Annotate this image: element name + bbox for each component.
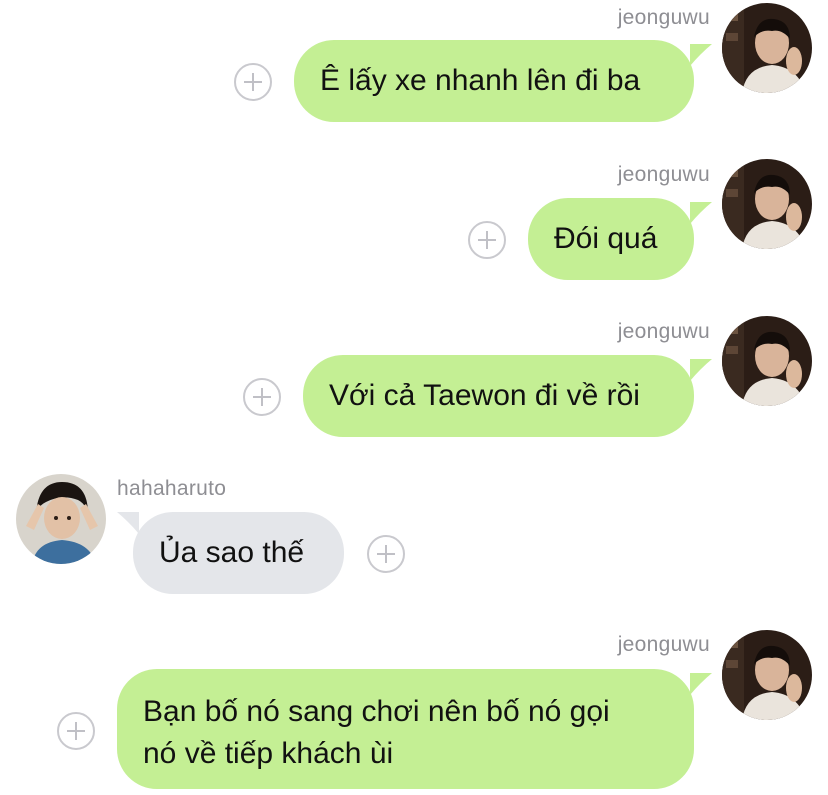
message-text-line: Với cả Taewon đi về rồi [329, 379, 640, 412]
message-text-line: nó về tiếp khách ùi [143, 737, 394, 770]
message-bubble[interactable]: Với cả Taewon đi về rồi [303, 355, 694, 437]
message-bubble[interactable]: Đói quá [528, 198, 694, 280]
sender-name: jeonguwu [617, 6, 710, 29]
message-text-line: Ủa sao thế [159, 536, 305, 569]
sender-name: jeonguwu [617, 633, 710, 656]
bubble-tail [690, 44, 712, 66]
add-reaction-button[interactable] [234, 63, 272, 101]
sender-name: jeonguwu [617, 163, 710, 186]
sender-name: hahaharuto [117, 477, 227, 500]
sender-avatar[interactable] [722, 316, 812, 406]
add-reaction-button[interactable] [468, 221, 506, 259]
add-reaction-button[interactable] [367, 535, 405, 573]
bubble-tail [690, 673, 712, 695]
message-bubble[interactable]: Ê lấy xe nhanh lên đi ba [294, 40, 694, 122]
chat-thread: jeonguwu Ê lấy xe nhanh lên đi ba jeongu… [0, 0, 828, 795]
bubble-tail [690, 202, 712, 224]
message-bubble[interactable]: Bạn bố nó sang chơi nên bố nó gọi nó về … [117, 669, 694, 789]
sender-avatar[interactable] [722, 159, 812, 249]
message-text-line: Ê lấy xe nhanh lên đi ba [320, 64, 641, 97]
message-text-line: Đói quá [554, 222, 658, 255]
sender-avatar[interactable] [16, 474, 106, 564]
sender-avatar[interactable] [722, 630, 812, 720]
sender-name: jeonguwu [617, 320, 710, 343]
bubble-tail [117, 512, 139, 534]
bubble-tail [690, 359, 712, 381]
message-bubble[interactable]: Ủa sao thế [133, 512, 344, 594]
sender-avatar[interactable] [722, 3, 812, 93]
message-text-line: Bạn bố nó sang chơi nên bố nó gọi [143, 695, 610, 728]
add-reaction-button[interactable] [243, 378, 281, 416]
add-reaction-button[interactable] [57, 712, 95, 750]
